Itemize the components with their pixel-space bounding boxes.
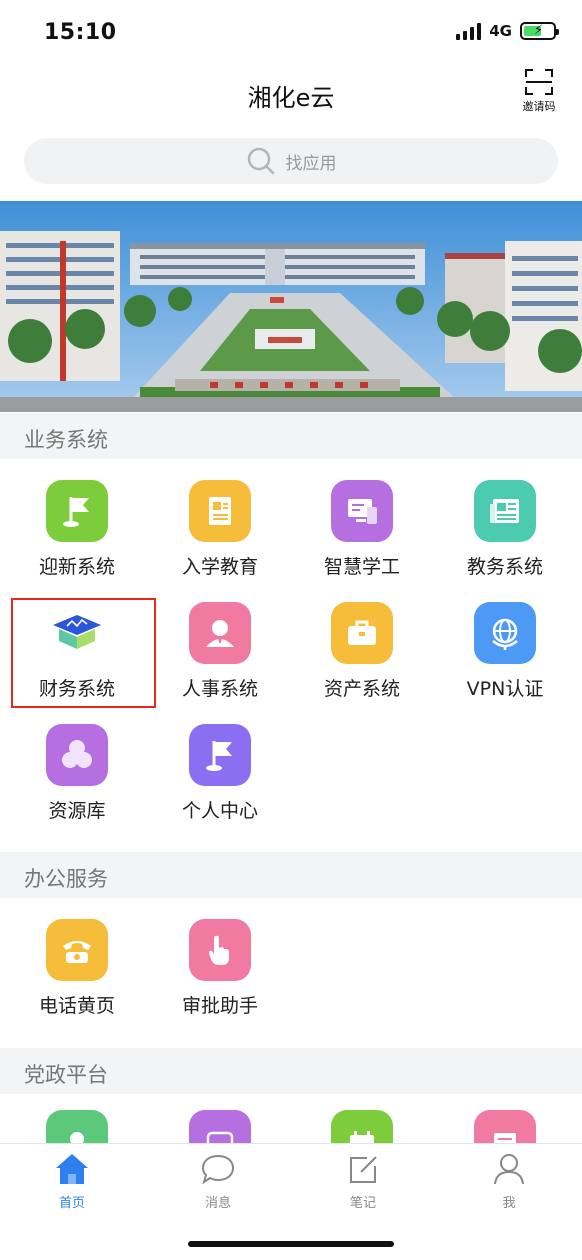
section-title-office: 办公服务 [24, 867, 108, 891]
app-new-student[interactable]: 迎新系统 [5, 472, 149, 582]
tab-notes[interactable]: 笔记 [323, 1152, 403, 1211]
app-label: 迎新系统 [38, 556, 115, 578]
search-placeholder: 找应用 [285, 153, 337, 174]
flag-icon [46, 480, 108, 542]
campus-banner[interactable] [0, 201, 582, 412]
computer-phone-icon [331, 480, 393, 542]
briefcase-icon [331, 602, 393, 664]
hand-pointer-icon [189, 919, 251, 981]
app-label: VPN认证 [466, 678, 544, 700]
app-enrollment-education[interactable]: 入学教育 [148, 472, 292, 582]
app-phone-directory[interactable]: 电话黄页 [5, 911, 149, 1021]
app-approval-assistant[interactable]: 审批助手 [148, 911, 292, 1021]
app-label: 资源库 [48, 800, 106, 822]
app-label: 教务系统 [466, 556, 543, 578]
section-header-party: 党政平台 [0, 1048, 582, 1094]
newspaper-icon [474, 480, 536, 542]
edit-icon [350, 1156, 377, 1183]
status-indicators: 4G ⚡ [456, 22, 559, 40]
section-title-party: 党政平台 [24, 1063, 108, 1087]
selection-highlight [11, 598, 156, 708]
search-input[interactable]: 找应用 [24, 138, 558, 184]
invite-code-label: 邀请码 [522, 100, 556, 113]
home-indicator[interactable] [188, 1241, 394, 1247]
tab-label: 笔记 [349, 1196, 376, 1211]
app-label: 个人中心 [181, 800, 258, 822]
home-icon [56, 1154, 88, 1184]
app-academic-affairs[interactable]: 教务系统 [433, 472, 577, 582]
invite-code-button[interactable]: 邀请码 [514, 68, 564, 120]
tab-label: 首页 [58, 1196, 85, 1211]
app-label: 智慧学工 [323, 556, 400, 578]
status-bar: 15:10 4G ⚡ [0, 0, 582, 66]
app-label: 入学教育 [181, 556, 258, 578]
app-vpn-auth[interactable]: VPN认证 [433, 594, 577, 704]
tab-me[interactable]: 我 [469, 1152, 549, 1211]
document-icon [189, 480, 251, 542]
search-icon [247, 147, 274, 175]
app-personnel-system[interactable]: 人事系统 [148, 594, 292, 704]
tab-home[interactable]: 首页 [32, 1152, 112, 1211]
app-label: 资产系统 [323, 678, 400, 700]
status-time: 15:10 [44, 20, 117, 45]
network-type: 4G [489, 22, 512, 40]
section-header-office: 办公服务 [0, 852, 582, 898]
battery-icon: ⚡ [520, 22, 559, 40]
tab-label: 我 [502, 1196, 516, 1211]
profile-icon [494, 1154, 524, 1185]
app-label: 审批助手 [181, 995, 258, 1017]
tab-messages[interactable]: 消息 [178, 1152, 258, 1211]
scan-icon [525, 69, 553, 95]
app-resource-library[interactable]: 资源库 [5, 716, 149, 826]
campus-photo [0, 201, 582, 412]
app-label: 电话黄页 [38, 995, 115, 1017]
tab-label: 消息 [204, 1196, 231, 1211]
app-smart-student-affairs[interactable]: 智慧学工 [290, 472, 434, 582]
app-asset-system[interactable]: 资产系统 [290, 594, 434, 704]
app-label: 人事系统 [181, 678, 258, 700]
flag-icon [189, 724, 251, 786]
telephone-icon [46, 919, 108, 981]
circles-icon [46, 724, 108, 786]
page-title: 湘化e云 [247, 84, 335, 112]
signal-icon [456, 22, 482, 40]
globe-icon [474, 602, 536, 664]
message-icon [201, 1154, 235, 1185]
section-header-business: 业务系统 [0, 413, 582, 459]
section-title-business: 业务系统 [24, 428, 108, 452]
app-personal-center[interactable]: 个人中心 [148, 716, 292, 826]
nav-bar: 湘化e云 邀请码 [0, 66, 582, 122]
person-icon [189, 602, 251, 664]
